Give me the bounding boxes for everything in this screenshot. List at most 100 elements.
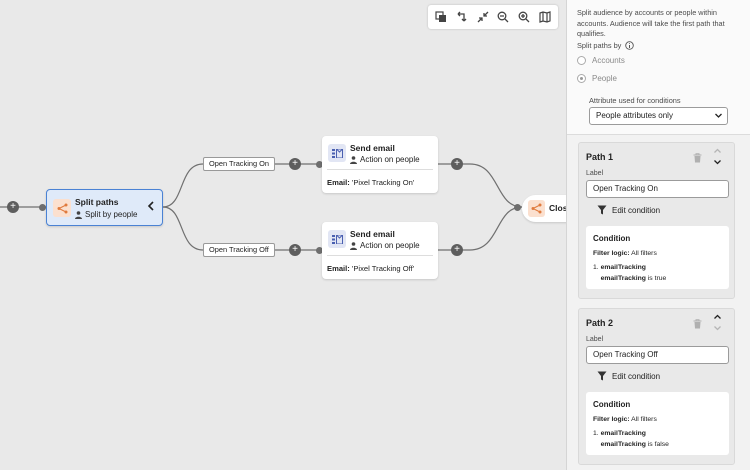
connector-email2-out [438,206,523,251]
email-detail-key: Email: [327,178,350,187]
condition-item-value: is true [647,274,667,282]
close-node[interactable]: Close [522,195,566,222]
path-label-2[interactable]: Open Tracking Off [203,243,275,257]
filter-logic: Filter logic: All filters [593,250,657,257]
radio-accounts[interactable]: Accounts [577,56,625,65]
connector-email1-out [438,163,523,208]
condition-item-name: emailTracking [600,264,646,271]
condition-title: Condition [593,400,631,409]
port-close-in [514,204,521,211]
edit-condition-label: Edit condition [612,205,661,215]
chevron-up-icon[interactable] [713,313,722,321]
split-node-subtitle-row: Split by people [75,210,137,219]
person-icon [350,241,357,250]
email-detail-value: 'Pixel Tracking Off' [351,264,415,273]
condition-title: Condition [593,234,631,243]
collapse-icon[interactable] [474,8,492,26]
email-detail-value: 'Pixel Tracking On' [351,178,415,187]
journey-canvas[interactable]: + Split paths Split by people Open Track… [0,0,566,470]
canvas-toolbar [428,5,558,29]
email-icon [328,144,346,162]
properties-panel: Split audience by accounts or people wit… [566,0,750,470]
email-node-detail: Email: 'Pixel Tracking On' [327,178,414,187]
email-node-detail: Email: 'Pixel Tracking Off' [327,264,414,273]
condition-box: Condition Filter logic: All filters 1. e… [586,392,729,455]
close-node-title: Close [549,203,566,213]
connector-lines [0,163,523,251]
path-card-title: Path 2 [586,318,614,328]
edit-condition-button[interactable]: Edit condition [597,205,660,215]
split-settings: Split audience by accounts or people wit… [567,0,750,135]
undo-icon[interactable] [453,8,471,26]
radio-label-people: People [592,74,617,83]
condition-box: Condition Filter logic: All filters 1. e… [586,226,729,289]
split-icon [53,199,71,217]
add-step-button-after-email1[interactable]: + [451,158,463,170]
merge-icon [528,200,545,217]
filter-logic-key: Filter logic: [593,416,630,423]
chevron-up-icon[interactable] [713,147,722,155]
condition-item-value: is false [647,440,669,448]
send-email-node-1[interactable]: Send email Action on people Email: 'Pixe… [322,136,438,193]
email-node-subtitle: Action on people [360,155,420,164]
attribute-select[interactable]: People attributes only [589,107,728,125]
condition-item: 1. emailTracking emailTracking is true [593,263,666,284]
chevron-down-icon[interactable] [713,324,722,332]
split-paths-node[interactable]: Split paths Split by people [46,189,163,226]
email-icon [328,230,346,248]
email-node-title: Send email [350,143,395,153]
send-email-node-2[interactable]: Send email Action on people Email: 'Pixe… [322,222,438,279]
path-card-1: Path 1 Label Open Tracking On Edit condi… [578,142,735,299]
connector-split-bottom [162,206,204,251]
attribute-label: Attribute used for conditions [589,96,681,105]
panel-description: Split audience by accounts or people wit… [577,8,725,38]
chevron-down-icon[interactable] [713,158,722,166]
info-icon[interactable] [625,41,635,50]
path-card-title: Path 1 [586,152,614,162]
port-in [39,204,46,211]
email-node-title: Send email [350,229,395,239]
divider [327,255,433,256]
copy-icon[interactable] [432,8,450,26]
edit-condition-button[interactable]: Edit condition [597,371,660,381]
radio-label-accounts: Accounts [592,56,625,65]
add-step-button-path1[interactable]: + [289,158,301,170]
condition-item-number: 1. [593,430,599,437]
trash-icon[interactable] [693,153,702,163]
condition-item-name: emailTracking [600,430,646,437]
split-node-subtitle: Split by people [85,210,138,219]
filter-icon [597,371,607,381]
condition-item-number: 1. [593,264,599,271]
condition-item-attribute: emailTracking [600,274,646,282]
person-icon [75,210,82,219]
trash-icon[interactable] [693,319,702,329]
add-step-button-after-email2[interactable]: + [451,244,463,256]
filter-logic: Filter logic: All filters [593,416,657,423]
filter-logic-key: Filter logic: [593,250,630,257]
person-icon [350,155,357,164]
add-step-button-path2[interactable]: + [289,244,301,256]
split-by-label: Split paths by [577,41,622,50]
radio-button-people[interactable] [577,74,586,83]
add-step-button[interactable]: + [7,201,19,213]
path-label-input[interactable]: Open Tracking Off [586,346,729,364]
path-label-1[interactable]: Open Tracking On [203,157,275,171]
zoom-in-icon[interactable] [515,8,533,26]
split-node-title: Split paths [75,197,119,207]
radio-button-accounts[interactable] [577,56,586,65]
radio-people[interactable]: People [577,74,617,83]
path-label-input[interactable]: Open Tracking On [586,180,729,198]
email-detail-key: Email: [327,264,350,273]
divider [327,169,433,170]
zoom-out-icon[interactable] [494,8,512,26]
filter-logic-value: All filters [631,416,657,423]
condition-item: 1. emailTracking emailTracking is false [593,429,669,450]
split-by-label-row: Split paths by [577,41,635,50]
chevron-down-icon [715,113,722,118]
email-node-subtitle-row: Action on people [350,155,420,164]
attribute-select-value: People attributes only [596,111,673,120]
chevron-left-icon[interactable] [147,198,155,216]
condition-item-attribute: emailTracking [600,440,646,448]
filter-logic-value: All filters [631,250,657,257]
map-icon[interactable] [536,8,554,26]
